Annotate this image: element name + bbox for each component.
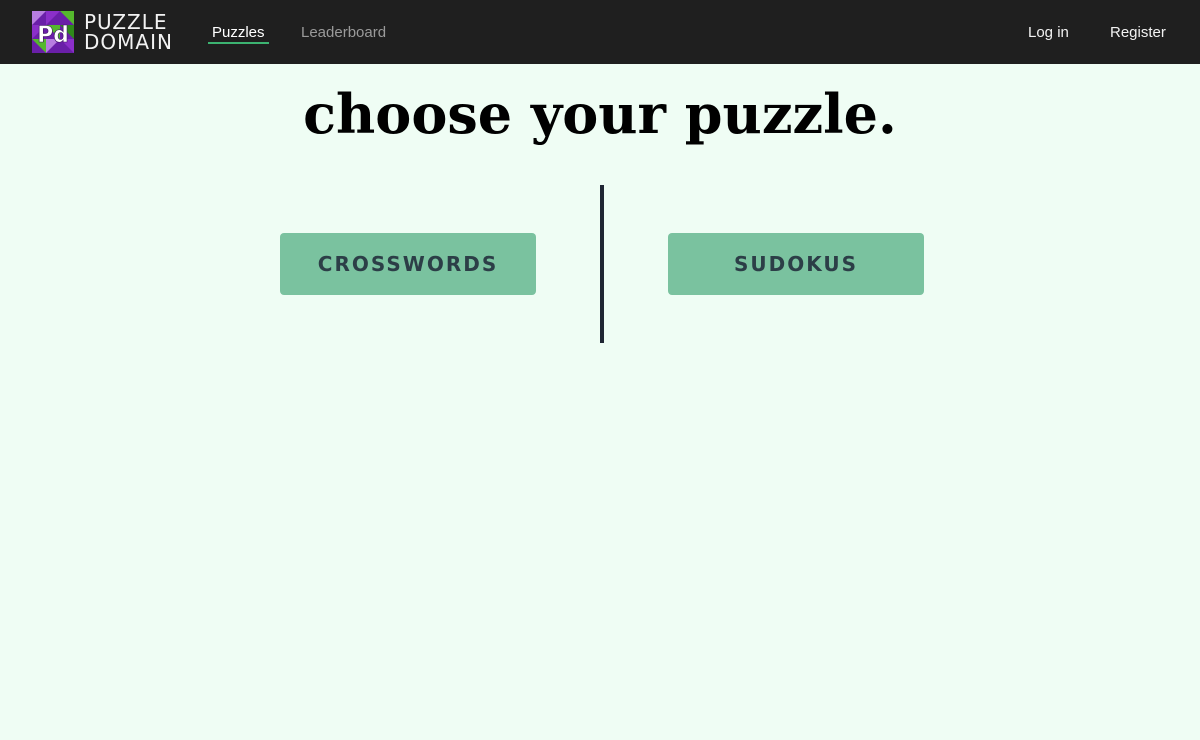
nav-puzzles[interactable]: Puzzles — [208, 0, 269, 64]
nav-puzzles-label: Puzzles — [212, 23, 265, 41]
nav-leaderboard[interactable]: Leaderboard — [301, 0, 386, 64]
svg-text:Pd: Pd — [37, 23, 69, 48]
logo-line-2: DOMAIN — [84, 30, 173, 54]
logo-wordmark: PUZZLE DOMAIN — [84, 12, 173, 52]
page-title: choose your puzzle. — [303, 82, 897, 146]
logo-line-1: PUZZLE — [84, 10, 168, 34]
site-logo[interactable]: Pd PUZZLE DOMAIN — [32, 11, 173, 53]
sudokus-button[interactable]: SUDOKUS — [668, 233, 924, 295]
vertical-divider — [600, 185, 604, 343]
crosswords-button[interactable]: CROSSWORDS — [280, 233, 536, 295]
puzzle-domain-logo-icon: Pd — [32, 11, 74, 53]
register-link[interactable]: Register — [1110, 0, 1166, 64]
active-tab-indicator — [208, 42, 269, 44]
top-navbar: Pd PUZZLE DOMAIN Puzzles Leaderboard Log… — [0, 0, 1200, 64]
login-link[interactable]: Log in — [1028, 0, 1069, 64]
